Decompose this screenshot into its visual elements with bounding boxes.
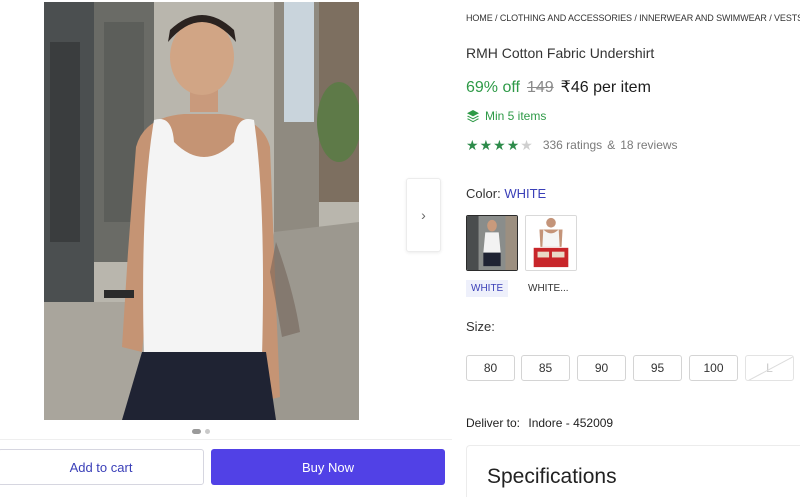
color-selector-label: Color: WHITE bbox=[466, 186, 546, 201]
buy-now-button[interactable]: Buy Now bbox=[211, 449, 445, 485]
breadcrumb-item-home[interactable]: HOME bbox=[466, 13, 493, 23]
breadcrumb-item-clothing[interactable]: CLOTHING AND ACCESSORIES bbox=[500, 13, 632, 23]
min-order-info: Min 5 items bbox=[466, 109, 546, 123]
breadcrumb-separator: / bbox=[766, 13, 775, 23]
reviews-count: 18 reviews bbox=[620, 138, 678, 152]
layers-icon bbox=[467, 110, 479, 123]
gallery-next-button[interactable]: › bbox=[406, 178, 441, 252]
star-filled-icon: ★ bbox=[506, 137, 520, 153]
size-option-80[interactable]: 80 bbox=[466, 355, 515, 381]
action-bar: Add to cart Buy Now bbox=[0, 439, 452, 491]
color-swatch-white[interactable] bbox=[466, 215, 518, 271]
size-option-100[interactable]: 100 bbox=[689, 355, 738, 381]
breadcrumb: HOME / CLOTHING AND ACCESSORIES / INNERW… bbox=[466, 13, 800, 23]
ratings-count: 336 ratings bbox=[542, 138, 603, 152]
min-order-text: Min 5 items bbox=[485, 109, 547, 123]
star-filled-icon: ★ bbox=[479, 137, 493, 153]
specifications-heading: Specifications bbox=[487, 465, 617, 488]
delivery-location[interactable]: Deliver to: Indore - 452009 bbox=[466, 416, 613, 430]
color-option-name: WHITE bbox=[466, 280, 509, 297]
breadcrumb-separator: / bbox=[492, 13, 500, 23]
gallery-pagination bbox=[192, 429, 210, 434]
star-empty-icon: ★ bbox=[520, 137, 533, 153]
deliver-to-label: Deliver to: bbox=[466, 416, 521, 430]
product-main-image[interactable] bbox=[44, 2, 359, 420]
chevron-right-icon: › bbox=[421, 207, 426, 223]
size-selector-label: Size: bbox=[466, 319, 495, 334]
discount-badge: 69% off bbox=[466, 79, 520, 96]
color-swatch-white-pack[interactable] bbox=[525, 215, 577, 271]
breadcrumb-item-innerwear[interactable]: INNERWEAR AND SWIMWEAR bbox=[639, 13, 767, 23]
size-option-85[interactable]: 85 bbox=[521, 355, 570, 381]
color-label-text: Color: bbox=[466, 186, 501, 201]
size-option-95[interactable]: 95 bbox=[633, 355, 682, 381]
star-rating: ★ ★ ★ ★ ★ bbox=[466, 138, 533, 152]
rating-separator: & bbox=[607, 138, 616, 152]
delivery-pincode: Indore - 452009 bbox=[528, 416, 614, 430]
color-option-name: WHITE... bbox=[528, 283, 569, 294]
gallery-dot[interactable] bbox=[205, 429, 210, 434]
sale-price: ₹46 per item bbox=[560, 79, 651, 96]
specifications-section: Specifications bbox=[466, 445, 800, 497]
original-price: 149 bbox=[526, 79, 554, 96]
size-option-l-unavailable: L bbox=[745, 355, 794, 381]
breadcrumb-item-vests[interactable]: VESTS bbox=[774, 13, 800, 23]
size-option-90[interactable]: 90 bbox=[577, 355, 626, 381]
gallery-dot-active[interactable] bbox=[192, 429, 201, 434]
selected-color: WHITE bbox=[504, 186, 547, 201]
product-title: RMH Cotton Fabric Undershirt bbox=[466, 45, 655, 61]
rating-summary[interactable]: ★ ★ ★ ★ ★ 336 ratings & 18 reviews bbox=[466, 138, 678, 152]
star-filled-icon: ★ bbox=[493, 137, 506, 153]
star-filled-icon: ★ bbox=[466, 137, 479, 153]
price-row: 69% off 149 ₹46 per item bbox=[466, 77, 651, 97]
add-to-cart-button[interactable]: Add to cart bbox=[0, 449, 204, 485]
